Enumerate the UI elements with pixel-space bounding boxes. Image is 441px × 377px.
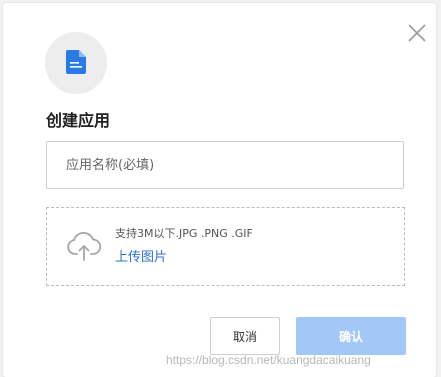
- close-icon: [408, 24, 426, 42]
- upload-image-link[interactable]: 上传图片: [115, 249, 167, 267]
- upload-hint: 支持3M以下.JPG .PNG .GIF: [115, 227, 253, 240]
- app-icon-placeholder: [45, 32, 107, 94]
- close-button[interactable]: [407, 23, 427, 43]
- confirm-button[interactable]: 确认: [296, 317, 406, 355]
- dialog-title: 创建应用: [46, 111, 111, 130]
- cloud-upload-icon: [67, 232, 101, 261]
- app-name-input[interactable]: [46, 141, 404, 189]
- image-upload-area[interactable]: 支持3M以下.JPG .PNG .GIF 上传图片: [46, 207, 405, 286]
- create-app-dialog: 创建应用 支持3M以下.JPG .PNG .GIF 上传图片 取消 确认 htt…: [3, 3, 436, 377]
- cancel-button[interactable]: 取消: [210, 317, 280, 355]
- watermark: https://blog.csdn.net/kuangdacaikuang: [166, 353, 371, 367]
- document-icon: [66, 50, 86, 74]
